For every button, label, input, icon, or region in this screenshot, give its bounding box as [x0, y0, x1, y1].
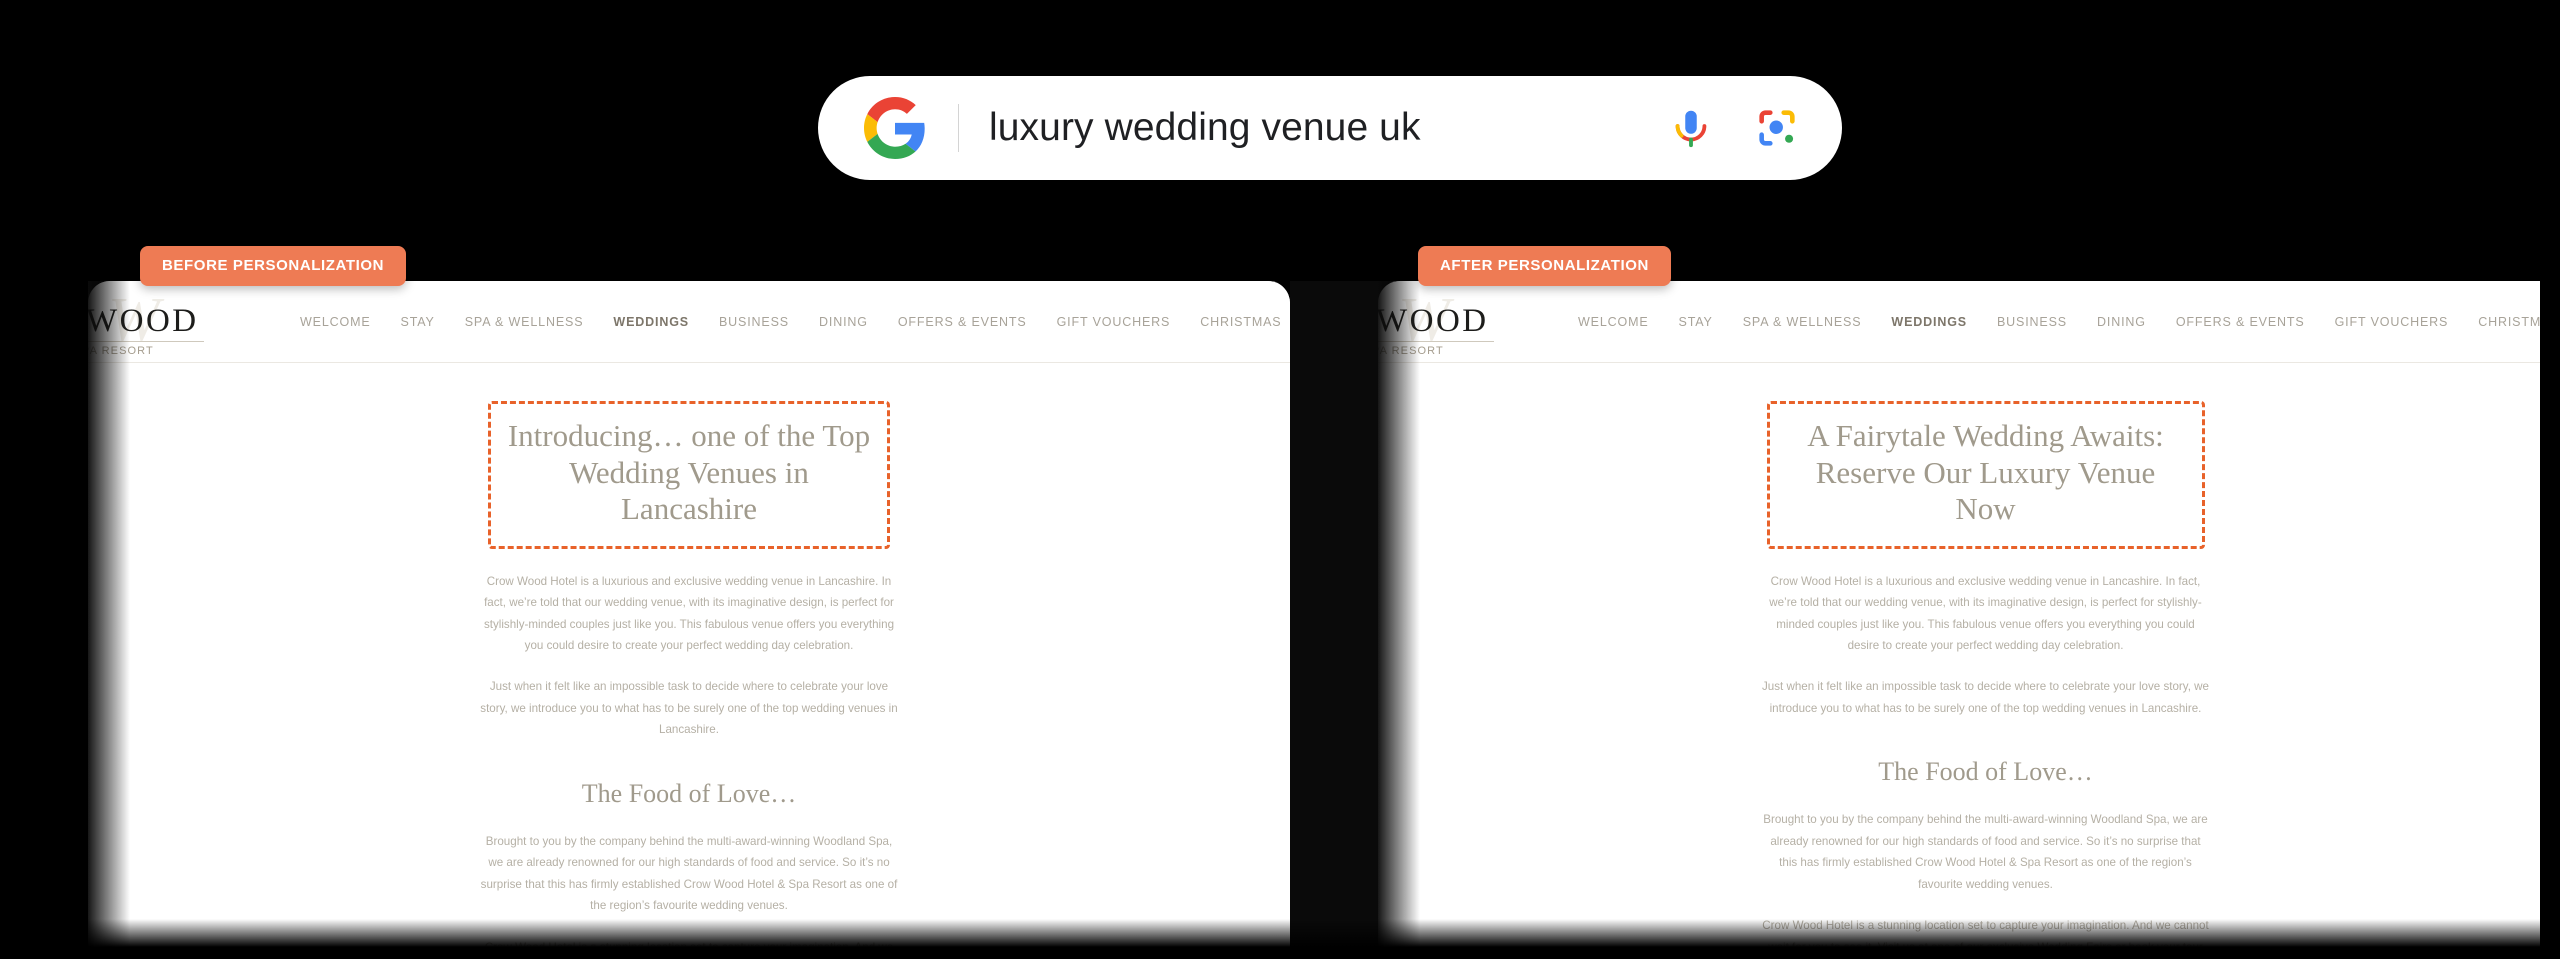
search-divider: [958, 104, 959, 152]
nav-item-stay[interactable]: STAY: [386, 315, 450, 329]
nav-item-welcome[interactable]: WELCOME: [1550, 315, 1664, 329]
main-nav-before: WELCOME STAY SPA & WELLNESS WEDDINGS BUS…: [260, 315, 1290, 329]
after-browser-window: W WOOD PA RESORT WELCOME STAY SPA & WELL…: [1378, 281, 2560, 959]
nav-item-spa-wellness[interactable]: SPA & WELLNESS: [1728, 315, 1877, 329]
logo-subtitle: PA RESORT: [88, 344, 154, 357]
nav-item-offers-events[interactable]: OFFERS & EVENTS: [883, 315, 1042, 329]
after-paragraph-4: Crow Wood Hotel is a stunning location s…: [1762, 919, 2209, 954]
nav-item-spa-wellness[interactable]: SPA & WELLNESS: [450, 315, 599, 329]
site-header-before: W WOOD PA RESORT WELCOME STAY SPA & WELL…: [88, 281, 1290, 363]
after-page-headline: A Fairytale Wedding Awaits: Reserve Our …: [1807, 418, 2164, 527]
right-window-clip: [2540, 281, 2560, 959]
microphone-icon[interactable]: [1668, 105, 1714, 151]
logo-wordmark: WOOD: [88, 302, 199, 339]
after-paragraph-1: Crow Wood Hotel is a luxurious and exclu…: [1769, 574, 2202, 653]
nav-item-welcome[interactable]: WELCOME: [260, 315, 386, 329]
before-paragraph-3: Brought to you by the company behind the…: [480, 834, 898, 913]
nav-item-business[interactable]: BUSINESS: [704, 315, 804, 329]
after-paragraph-3: Brought to you by the company behind the…: [1763, 813, 2208, 891]
search-actions: [1668, 105, 1800, 151]
nav-item-dining[interactable]: DINING: [2082, 315, 2161, 329]
logo-subtitle: PA RESORT: [1378, 344, 1444, 357]
google-lens-icon[interactable]: [1754, 105, 1800, 151]
google-g-icon: [864, 97, 926, 159]
logo-rule: [88, 340, 204, 342]
after-personalization-badge: AFTER PERSONALIZATION: [1418, 246, 1671, 286]
before-paragraph-2: Just when it felt like an impossible tas…: [480, 680, 898, 737]
logo-wordmark: WOOD: [1378, 302, 1489, 339]
nav-item-business[interactable]: BUSINESS: [1982, 315, 2082, 329]
nav-item-christmas[interactable]: CHRISTMAS: [1185, 315, 1290, 329]
before-paragraph-4: Crow Wood Hotel is a stunning location s…: [484, 940, 894, 954]
nav-item-dining[interactable]: DINING: [804, 315, 883, 329]
main-nav-after: WELCOME STAY SPA & WELLNESS WEDDINGS BUS…: [1550, 315, 2560, 329]
after-paragraph-2: Just when it felt like an impossible tas…: [1761, 680, 2209, 715]
site-logo-after[interactable]: W WOOD PA RESORT: [1378, 281, 1550, 363]
before-personalization-badge: BEFORE PERSONALIZATION: [140, 246, 407, 286]
before-page-headline: Introducing… one of the Top Wedding Venu…: [507, 418, 871, 527]
after-headline-highlight: A Fairytale Wedding Awaits: Reserve Our …: [1766, 401, 2205, 549]
before-browser-window: W WOOD PA RESORT WELCOME STAY SPA & WELL…: [88, 281, 1290, 959]
nav-item-offers-events[interactable]: OFFERS & EVENTS: [2161, 315, 2320, 329]
before-page-content: Introducing… one of the Top Wedding Venu…: [88, 363, 1290, 958]
nav-item-stay[interactable]: STAY: [1664, 315, 1728, 329]
logo-rule: [1378, 340, 1494, 342]
before-section-title: The Food of Love…: [581, 778, 797, 808]
nav-item-gift-vouchers[interactable]: GIFT VOUCHERS: [1042, 315, 1186, 329]
nav-item-weddings[interactable]: WEDDINGS: [1876, 315, 1982, 329]
after-page-content: A Fairytale Wedding Awaits: Reserve Our …: [1378, 363, 2560, 958]
screenshot-stage: luxury wedding venue uk W WOOD PA RESORT…: [0, 0, 2560, 959]
site-logo-before[interactable]: W WOOD PA RESORT: [88, 281, 260, 363]
before-headline-highlight: Introducing… one of the Top Wedding Venu…: [488, 401, 890, 549]
site-header-after: W WOOD PA RESORT WELCOME STAY SPA & WELL…: [1378, 281, 2560, 363]
search-input[interactable]: luxury wedding venue uk: [989, 106, 1668, 150]
window-gap-background: [1290, 281, 1378, 959]
nav-item-gift-vouchers[interactable]: GIFT VOUCHERS: [2320, 315, 2464, 329]
after-section-title: The Food of Love…: [1878, 757, 2093, 787]
google-search-bar[interactable]: luxury wedding venue uk: [818, 76, 1842, 180]
before-paragraph-1: Crow Wood Hotel is a luxurious and exclu…: [483, 574, 895, 653]
nav-item-weddings[interactable]: WEDDINGS: [598, 315, 704, 329]
